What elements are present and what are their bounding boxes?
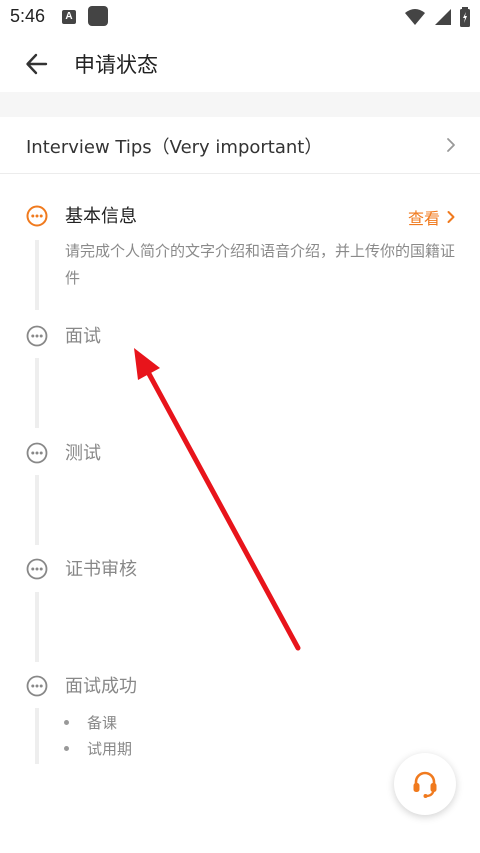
more-dots-circle-icon <box>26 675 48 697</box>
timeline-connector <box>35 358 39 428</box>
a-badge-icon: A <box>62 10 76 24</box>
interview-tips-label: Interview Tips（Very important） <box>26 137 323 158</box>
system-icons <box>404 7 470 27</box>
page-title: 申请状态 <box>74 53 158 77</box>
sub-item-label: 备课 <box>87 713 118 732</box>
chevron-right-icon <box>447 211 455 223</box>
list-item: 试用期 <box>64 735 132 761</box>
interview-tips-row[interactable]: Interview Tips（Very important） <box>0 117 480 174</box>
step-test-title: 测试 <box>65 443 101 464</box>
step-interview-success-title: 面试成功 <box>65 676 137 697</box>
more-dots-circle-icon <box>26 442 48 464</box>
timeline-connector <box>35 240 39 310</box>
bullet-icon <box>64 745 69 751</box>
more-dots-circle-icon <box>26 325 48 347</box>
step-certificate-review-title: 证书审核 <box>65 559 137 580</box>
headset-icon <box>413 771 437 798</box>
step-basic-info-description: 请完成个人简介的文字介绍和语音介绍，并上传你的国籍证件 <box>65 242 456 287</box>
status-time: 5:46 <box>10 6 46 26</box>
status-bar: 5:46 A <box>0 0 480 34</box>
customer-support-button[interactable] <box>394 753 456 815</box>
section-divider <box>0 92 480 117</box>
sub-item-label: 试用期 <box>87 739 133 758</box>
battery-icon <box>460 7 470 27</box>
timeline-connector <box>35 592 39 662</box>
timeline-connector <box>35 475 39 545</box>
arrow-left-icon[interactable] <box>24 51 50 77</box>
timeline-connector <box>35 708 39 764</box>
more-dots-circle-icon <box>26 205 48 227</box>
view-basic-info-link[interactable]: 查看 <box>408 205 456 229</box>
view-link-label: 查看 <box>407 209 440 228</box>
wifi-icon <box>405 9 425 25</box>
chevron-right-icon <box>447 138 455 152</box>
app-notification-icon <box>88 6 108 26</box>
bullet-icon <box>64 719 69 725</box>
step-basic-info-title: 基本信息 <box>65 206 137 227</box>
app-bar: 申请状态 <box>0 34 480 93</box>
step-interview-success-sublist: 备课 试用期 <box>64 709 132 761</box>
list-item: 备课 <box>64 709 132 735</box>
step-interview-title: 面试 <box>65 326 101 347</box>
signal-icon <box>435 9 451 25</box>
more-dots-circle-icon <box>26 558 48 580</box>
